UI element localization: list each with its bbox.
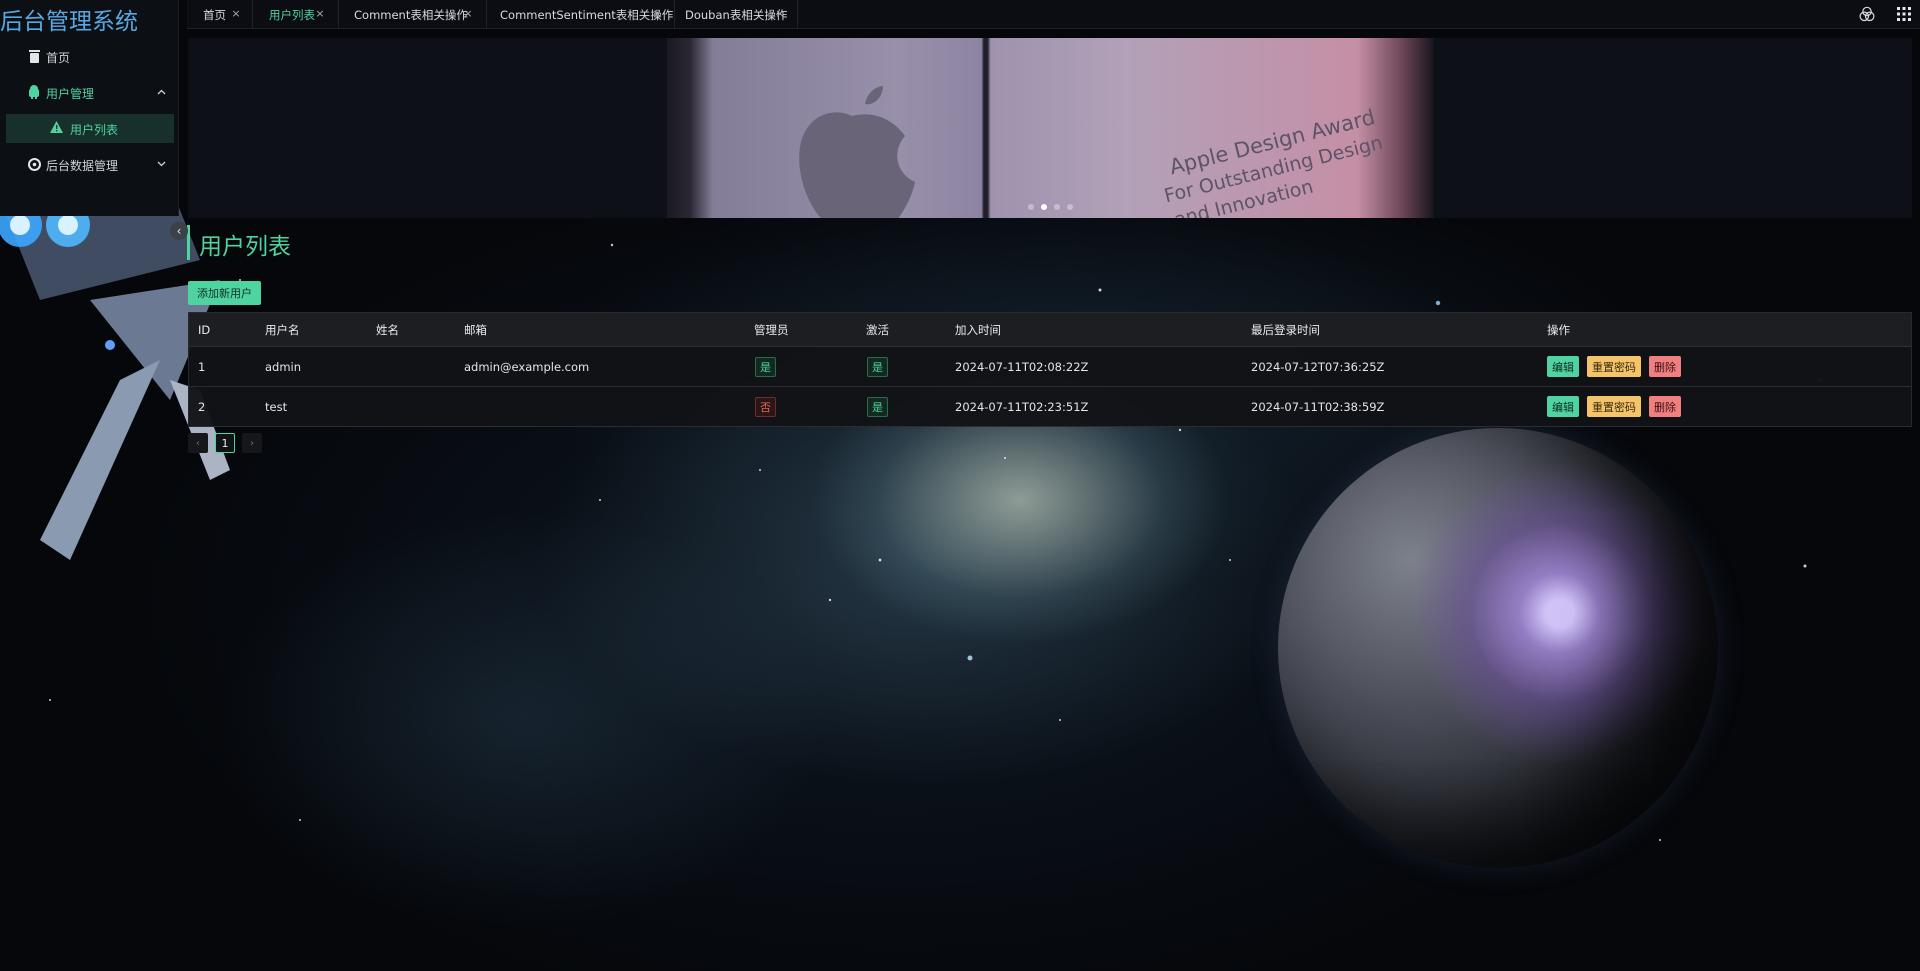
cell-admin: 是 [755,347,776,386]
page-number-button[interactable]: 1 [215,433,235,453]
column-header-last-login: 最后登录时间 [1251,322,1320,337]
tab-label: Comment表相关操作 [354,8,468,22]
sidebar-item-label: 用户列表 [70,123,119,137]
close-icon[interactable]: × [231,7,241,21]
warning-icon [50,121,64,135]
tab-label: CommentSentiment表相关操作 [500,8,674,22]
cell-username: admin [265,359,302,374]
next-page-button[interactable]: › [242,433,262,453]
table-row: 2 test 否 是 2024-07-11T02:23:51Z 2024-07-… [189,387,1911,427]
carousel-indicator[interactable] [1028,204,1073,210]
sidebar-item-data-management[interactable]: 后台数据管理 [0,149,179,179]
banner-slide-image: Apple Design Award For Outstanding Desig… [667,38,1434,218]
close-icon[interactable]: × [463,7,473,21]
tab-label: 用户列表 [269,8,315,22]
reset-password-button[interactable]: 重置密码 [1587,396,1641,417]
apple-logo-icon [799,86,915,218]
tab-comment[interactable]: Comment表相关操作 × [339,0,487,29]
sidebar-item-label: 首页 [46,51,71,65]
edit-button[interactable]: 编辑 [1547,396,1579,417]
settings-icon [27,157,41,171]
delete-button[interactable]: 删除 [1649,356,1681,377]
sidebar-item-label: 用户管理 [46,87,95,101]
sidebar-item-label: 后台数据管理 [46,159,119,173]
cell-id: 1 [198,359,206,374]
close-icon[interactable]: × [652,7,662,21]
status-badge: 否 [755,396,776,417]
column-header-name: 姓名 [376,322,399,337]
cell-admin: 否 [755,387,776,426]
tab-home[interactable]: 首页 × [187,0,253,29]
sidebar-item-user-management[interactable]: 用户管理 [0,77,179,107]
tab-label: 首页 [203,8,226,22]
cell-last-login: 2024-07-11T02:38:59Z [1251,399,1385,414]
chevron-down-icon [155,157,167,171]
column-header-id: ID [198,322,211,337]
column-header-admin: 管理员 [754,322,789,337]
chevron-left-icon: ‹ [176,224,182,238]
cell-active: 是 [867,387,888,426]
tab-bar: 首页 × 用户列表 × Comment表相关操作 × CommentSentim… [187,0,1920,29]
status-badge: 是 [867,356,888,377]
cell-joined: 2024-07-11T02:23:51Z [955,399,1089,414]
add-user-button[interactable]: 添加新用户 [188,281,261,305]
edit-button[interactable]: 编辑 [1547,356,1579,377]
cell-id: 2 [198,399,206,414]
android-icon [27,85,41,99]
column-header-username: 用户名 [265,322,300,337]
tab-douban[interactable]: Douban表相关操作 × [675,0,798,29]
app-title: 后台管理系统 [0,9,138,35]
table-row: 1 admin admin@example.com 是 是 2024-07-11… [189,347,1911,387]
color-circles-icon[interactable] [1857,4,1877,24]
column-header-active: 激活 [866,322,889,337]
sidebar-item-user-list[interactable]: 用户列表 [6,114,174,143]
sidebar: 后台管理系统 首页 用户管理 用户列表 后台数据管理 [0,0,179,216]
table-header: ID 用户名 姓名 邮箱 管理员 激活 加入时间 最后登录时间 操作 [189,313,1911,347]
carousel-dot[interactable] [1054,204,1060,210]
collapse-sidebar-button[interactable]: ‹ [170,222,188,240]
column-header-joined: 加入时间 [955,322,1001,337]
cell-active: 是 [867,347,888,386]
cell-last-login: 2024-07-12T07:36:25Z [1251,359,1385,374]
cell-actions: 编辑 重置密码 删除 [1547,347,1689,386]
carousel-dot[interactable] [1028,204,1034,210]
cell-joined: 2024-07-11T02:08:22Z [955,359,1089,374]
carousel-dot[interactable] [1041,204,1047,210]
cell-email: admin@example.com [464,359,590,374]
grid-icon[interactable] [1894,4,1914,24]
column-header-actions: 操作 [1547,322,1570,337]
cell-username: test [265,399,288,414]
close-icon[interactable]: × [775,7,785,21]
column-header-email: 邮箱 [464,322,487,337]
status-badge: 是 [867,396,888,417]
reset-password-button[interactable]: 重置密码 [1587,356,1641,377]
banner-carousel[interactable]: Apple Design Award For Outstanding Desig… [188,38,1912,218]
close-icon[interactable]: × [315,7,325,21]
cell-actions: 编辑 重置密码 删除 [1547,387,1689,426]
planet-image [1278,428,1718,868]
page-title: 用户列表 [199,234,291,260]
tab-comment-sentiment[interactable]: CommentSentiment表相关操作 × [487,0,675,29]
status-badge: 是 [755,356,776,377]
carousel-dot[interactable] [1067,204,1073,210]
sidebar-item-home[interactable]: 首页 [0,41,179,71]
tab-label: Douban表相关操作 [685,8,788,22]
chevron-up-icon [155,85,167,99]
delete-button[interactable]: 删除 [1649,396,1681,417]
tab-user-list[interactable]: 用户列表 × [253,0,339,29]
trash-icon [27,49,41,63]
user-table: ID 用户名 姓名 邮箱 管理员 激活 加入时间 最后登录时间 操作 1 adm… [188,312,1912,427]
prev-page-button[interactable]: ‹ [188,433,208,453]
